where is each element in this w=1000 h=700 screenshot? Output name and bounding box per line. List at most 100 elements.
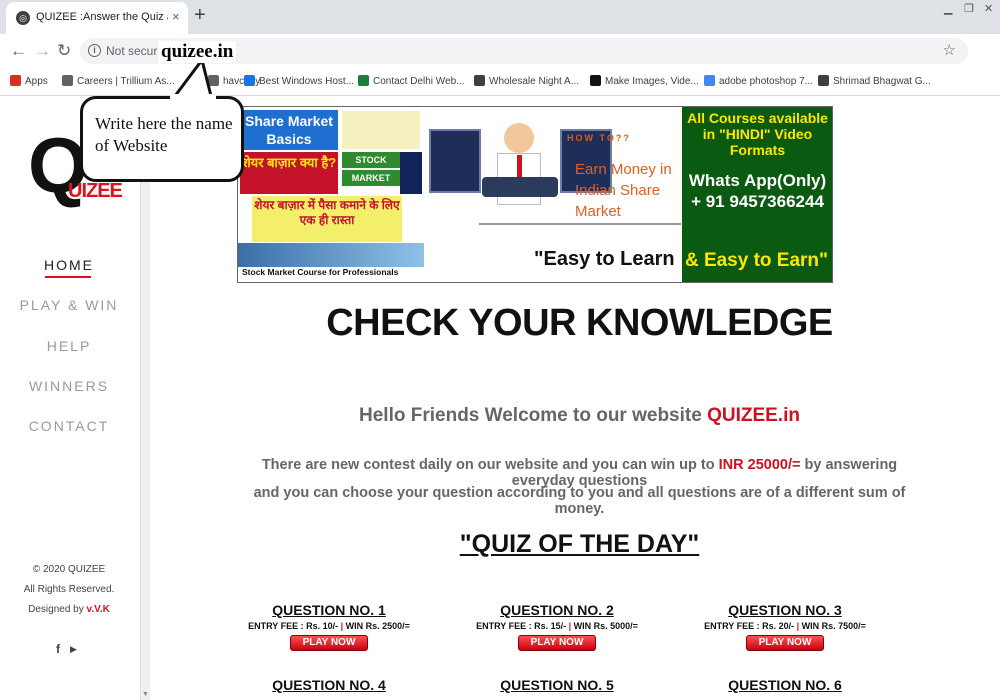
security-status: Not secure [106,44,165,58]
forward-button[interactable]: → [34,41,51,61]
bookmark-favicon-icon [818,75,829,86]
nav-winners[interactable]: WINNERS [0,378,138,394]
fee-separator: | [568,621,572,631]
designer-name[interactable]: v.V.K [87,604,110,615]
sidebar: Q UIZEE HOME PLAY & WIN HELP WINNERS CON… [0,97,140,700]
entry-fee: ENTRY FEE : Rs. 10/- [248,621,339,631]
bookmark-item[interactable]: Shrimad Bhagwat G... [818,75,931,87]
banner-icons-strip [342,111,420,149]
nav-help[interactable]: HELP [0,338,138,354]
bookmark-item[interactable]: Make Images, Vide... [590,75,699,87]
bookmark-label: adobe photoshop 7... [719,76,813,87]
nav-active-indicator [45,276,91,278]
play-now-button[interactable]: PLAY NOW [518,635,596,651]
question-title: QUESTION NO. 4 [272,677,386,693]
quiz-of-the-day-heading: "QUIZ OF THE DAY" [237,530,922,559]
win-amount: WIN Rs. 2500/= [345,621,410,631]
bookmark-favicon-icon [10,75,21,86]
banner-phone: + 91 9457366244 [691,192,824,211]
banner-market-sign: MARKET [342,170,400,186]
bookmark-item[interactable]: Contact Delhi Web... [358,75,465,87]
banner-courses: All Courses available in "HINDI" Video F… [687,110,828,158]
play-now-button[interactable]: PLAY NOW [290,635,368,651]
bookmark-item[interactable]: adobe photoshop 7... [704,75,813,87]
bookmark-item[interactable]: Wholesale Night A... [474,75,579,87]
bookmark-item[interactable]: Best Windows Host... [244,75,354,87]
bookmark-favicon-icon [244,75,255,86]
banner-how-to: HOW TO?? [567,133,631,143]
facebook-icon[interactable]: f [56,642,60,656]
banner-easy-learn: "Easy to Learn [534,248,675,270]
question-title: QUESTION NO. 1 [272,602,386,618]
bookmark-label: Best Windows Host... [259,76,355,87]
question-title: QUESTION NO. 3 [728,602,842,618]
minimize-icon[interactable]: ▁ [944,2,952,15]
question-card: QUESTION NO. 2 ENTRY FEE : Rs. 15/- | WI… [457,602,657,651]
callout-pointer-mask [170,94,216,104]
restore-icon[interactable]: ❐ [964,2,974,15]
sidebar-scrollbar[interactable]: ▼ [140,97,150,700]
question-title: QUESTION NO. 5 [500,677,614,693]
new-tab-button[interactable]: + [194,4,206,27]
entry-fee: ENTRY FEE : Rs. 20/- [704,621,795,631]
bookmark-label: Shrimad Bhagwat G... [833,76,931,87]
banner-hindi-way: शेयर बाज़ार में पैसा कमाने के लिए एक ही … [252,196,402,242]
promo-banner[interactable]: Share Market Basics शेयर बाज़ार क्या है?… [237,106,833,283]
banner-left-panel: Share Market Basics शेयर बाज़ार क्या है?… [238,107,424,282]
bookmark-item[interactable]: Apps [10,75,48,87]
fee-separator: | [796,621,800,631]
win-amount: WIN Rs. 5000/= [573,621,638,631]
window-close-icon[interactable]: ✕ [984,2,993,15]
browser-tabstrip: ◎ QUIZEE :Answer the Quiz and Wi × + ▁ ❐… [0,0,1000,34]
callout-domain: quizee.in [158,41,237,63]
nav-home[interactable]: HOME [0,257,138,273]
bookmark-favicon-icon [358,75,369,86]
youtube-icon[interactable]: ▶ [70,644,77,655]
bookmark-label: Apps [25,76,48,87]
bookmark-favicon-icon [474,75,485,86]
nav-play-win[interactable]: PLAY & WIN [0,297,138,313]
banner-middle-panel: HOW TO?? Earn Money in Indian Share Mark… [424,107,682,282]
info-icon[interactable]: i [88,44,101,57]
banner-share-market: Share Market Basics [240,110,338,150]
welcome-brand: QUIZEE.in [707,405,800,426]
description-line-2: and you can choose your question accordi… [253,485,906,517]
tab-title: QUIZEE :Answer the Quiz and Wi [36,11,168,23]
bookmark-star-icon[interactable]: ☆ [943,41,956,59]
scroll-down-icon[interactable]: ▼ [142,691,149,698]
question-fee: ENTRY FEE : Rs. 20/- | WIN Rs. 7500/= [685,621,885,631]
monitor-left [429,129,481,193]
bookmark-label: Make Images, Vide... [605,76,699,87]
banner-whatsapp: Whats App(Only) [688,171,827,190]
banner-chart-strip [238,243,424,267]
page-headline: CHECK YOUR KNOWLEDGE [326,302,833,344]
banner-course-label: Stock Market Course for Professionals [242,267,399,277]
bookmark-favicon-icon [704,75,715,86]
play-now-button[interactable]: PLAY NOW [746,635,824,651]
description-part-a: There are new contest daily on our websi… [261,457,719,473]
question-card: QUESTION NO. 3 ENTRY FEE : Rs. 20/- | WI… [685,602,885,651]
close-tab-icon[interactable]: × [172,9,180,24]
quiz-of-the-day-label: "QUIZ OF THE DAY" [459,530,700,558]
designed-by-label: Designed by [28,604,84,615]
prize-amount: INR 25000/= [718,457,801,473]
banner-easy-earn: & Easy to Earn" [684,250,829,271]
question-fee: ENTRY FEE : Rs. 10/- | WIN Rs. 2500/= [229,621,429,631]
fee-separator: | [340,621,344,631]
back-button[interactable]: ← [10,41,27,61]
footer-rights: All Rights Reserved. [23,584,115,595]
bookmark-label: Wholesale Night A... [489,76,580,87]
bookmark-favicon-icon [590,75,601,86]
question-title: QUESTION NO. 2 [500,602,614,618]
banner-right-panel: All Courses available in "HINDI" Video F… [682,107,832,282]
question-card: QUESTION NO. 5 [457,677,657,693]
businessman-head [504,123,534,153]
banner-ticker-board [400,152,422,194]
question-card: QUESTION NO. 1 ENTRY FEE : Rs. 10/- | WI… [229,602,429,651]
reload-button[interactable]: ↻ [57,41,71,61]
browser-tab[interactable]: ◎ QUIZEE :Answer the Quiz and Wi × [6,2,188,34]
banner-earn-money: Earn Money in Indian Share Market [575,161,672,220]
welcome-message: Hello Friends Welcome to our website [359,405,708,426]
nav-contact[interactable]: CONTACT [0,418,138,434]
logo-text: UIZEE [68,180,123,202]
